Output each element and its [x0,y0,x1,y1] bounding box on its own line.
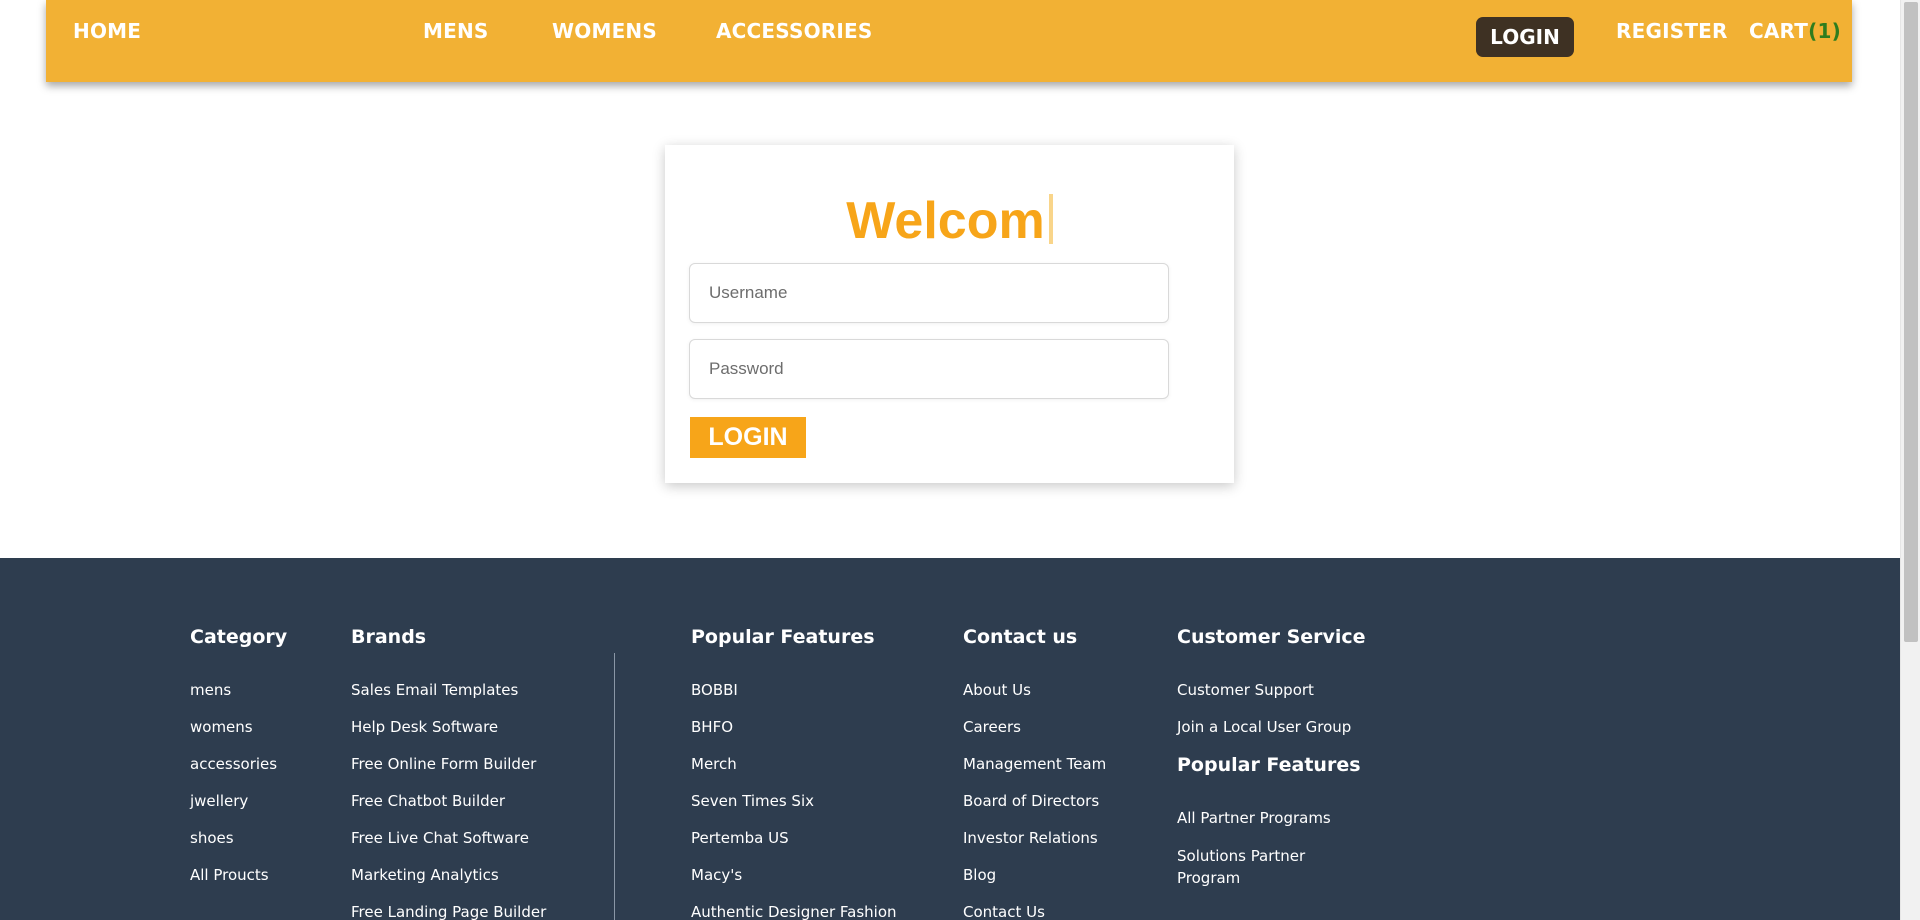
footer-link[interactable]: Free Live Chat Software [351,828,546,865]
top-navbar: HOME MENS WOMENS ACCESSORIES LOGIN REGIS… [46,0,1852,82]
typing-cursor [1048,194,1053,244]
username-input[interactable] [689,263,1169,323]
footer-link[interactable]: Blog [963,865,1106,902]
login-card: Welcom LOGIN [665,145,1234,483]
footer-link[interactable]: Join a Local User Group [1177,717,1367,754]
footer-link[interactable]: About Us [963,680,1106,717]
vertical-scrollbar[interactable] [1900,0,1920,920]
footer-link[interactable]: Merch [691,754,897,791]
footer-link[interactable]: BHFO [691,717,897,754]
footer-contact-column: Contact us About Us Careers Management T… [963,626,1106,920]
cart-count-badge: (1) [1808,19,1841,43]
nav-cart-link[interactable]: CART(1) [1749,19,1841,43]
footer-link[interactable]: Investor Relations [963,828,1106,865]
footer-link[interactable]: All Partner Programs [1177,808,1367,845]
footer-link[interactable]: Help Desk Software [351,717,546,754]
footer-link[interactable]: Sales Email Templates [351,680,546,717]
footer-link[interactable]: Careers [963,717,1106,754]
scrollbar-thumb[interactable] [1904,2,1918,642]
nav-register-link[interactable]: REGISTER [1616,19,1728,43]
cart-label: CART [1749,19,1809,43]
footer-link[interactable]: Contact Us [963,902,1106,920]
page: HOME MENS WOMENS ACCESSORIES LOGIN REGIS… [0,0,1920,920]
footer: Category mens womens accessories jweller… [0,558,1900,920]
footer-link[interactable]: Customer Support [1177,680,1367,717]
welcome-heading: Welcom [665,191,1234,251]
footer-link[interactable]: jwellery [190,791,287,828]
login-submit-button[interactable]: LOGIN [690,417,806,458]
footer-brands-column: Brands Sales Email Templates Help Desk S… [351,626,546,920]
footer-brands-heading: Brands [351,626,427,648]
nav-mens-link[interactable]: MENS [423,19,489,43]
password-input[interactable] [689,339,1169,399]
footer-category-column: Category mens womens accessories jweller… [190,626,287,902]
footer-link[interactable]: Pertemba US [691,828,897,865]
footer-link[interactable]: Marketing Analytics [351,865,546,902]
footer-link[interactable]: mens [190,680,287,717]
footer-service-subheading: Popular Features [1177,754,1361,776]
footer-contact-heading: Contact us [963,626,1078,648]
footer-link[interactable]: shoes [190,828,287,865]
footer-link[interactable]: Macy's [691,865,897,902]
footer-link[interactable]: womens [190,717,287,754]
nav-home-link[interactable]: HOME [73,19,141,43]
nav-login-button[interactable]: LOGIN [1476,17,1574,57]
footer-category-heading: Category [190,626,288,648]
footer-link[interactable]: Free Online Form Builder [351,754,546,791]
footer-popular-column: Popular Features BOBBI BHFO Merch Seven … [691,626,897,920]
footer-divider [614,653,615,920]
footer-link[interactable]: Solutions Partner Program [1177,845,1367,889]
nav-womens-link[interactable]: WOMENS [552,19,657,43]
footer-service-heading: Customer Service [1177,626,1366,648]
footer-link[interactable]: Seven Times Six [691,791,897,828]
footer-link[interactable]: BOBBI [691,680,897,717]
footer-link[interactable]: Free Chatbot Builder [351,791,546,828]
footer-service-column: Customer Service Customer Support Join a… [1177,626,1367,889]
footer-link[interactable]: Management Team [963,754,1106,791]
footer-link[interactable]: Free Landing Page Builder [351,902,546,920]
welcome-text: Welcom [846,192,1045,250]
footer-link[interactable]: accessories [190,754,287,791]
nav-accessories-link[interactable]: ACCESSORIES [716,19,873,43]
footer-popular-heading: Popular Features [691,626,875,648]
footer-link[interactable]: Authentic Designer Fashion [691,902,897,920]
footer-link[interactable]: Board of Directors [963,791,1106,828]
footer-link[interactable]: All Proucts [190,865,287,902]
